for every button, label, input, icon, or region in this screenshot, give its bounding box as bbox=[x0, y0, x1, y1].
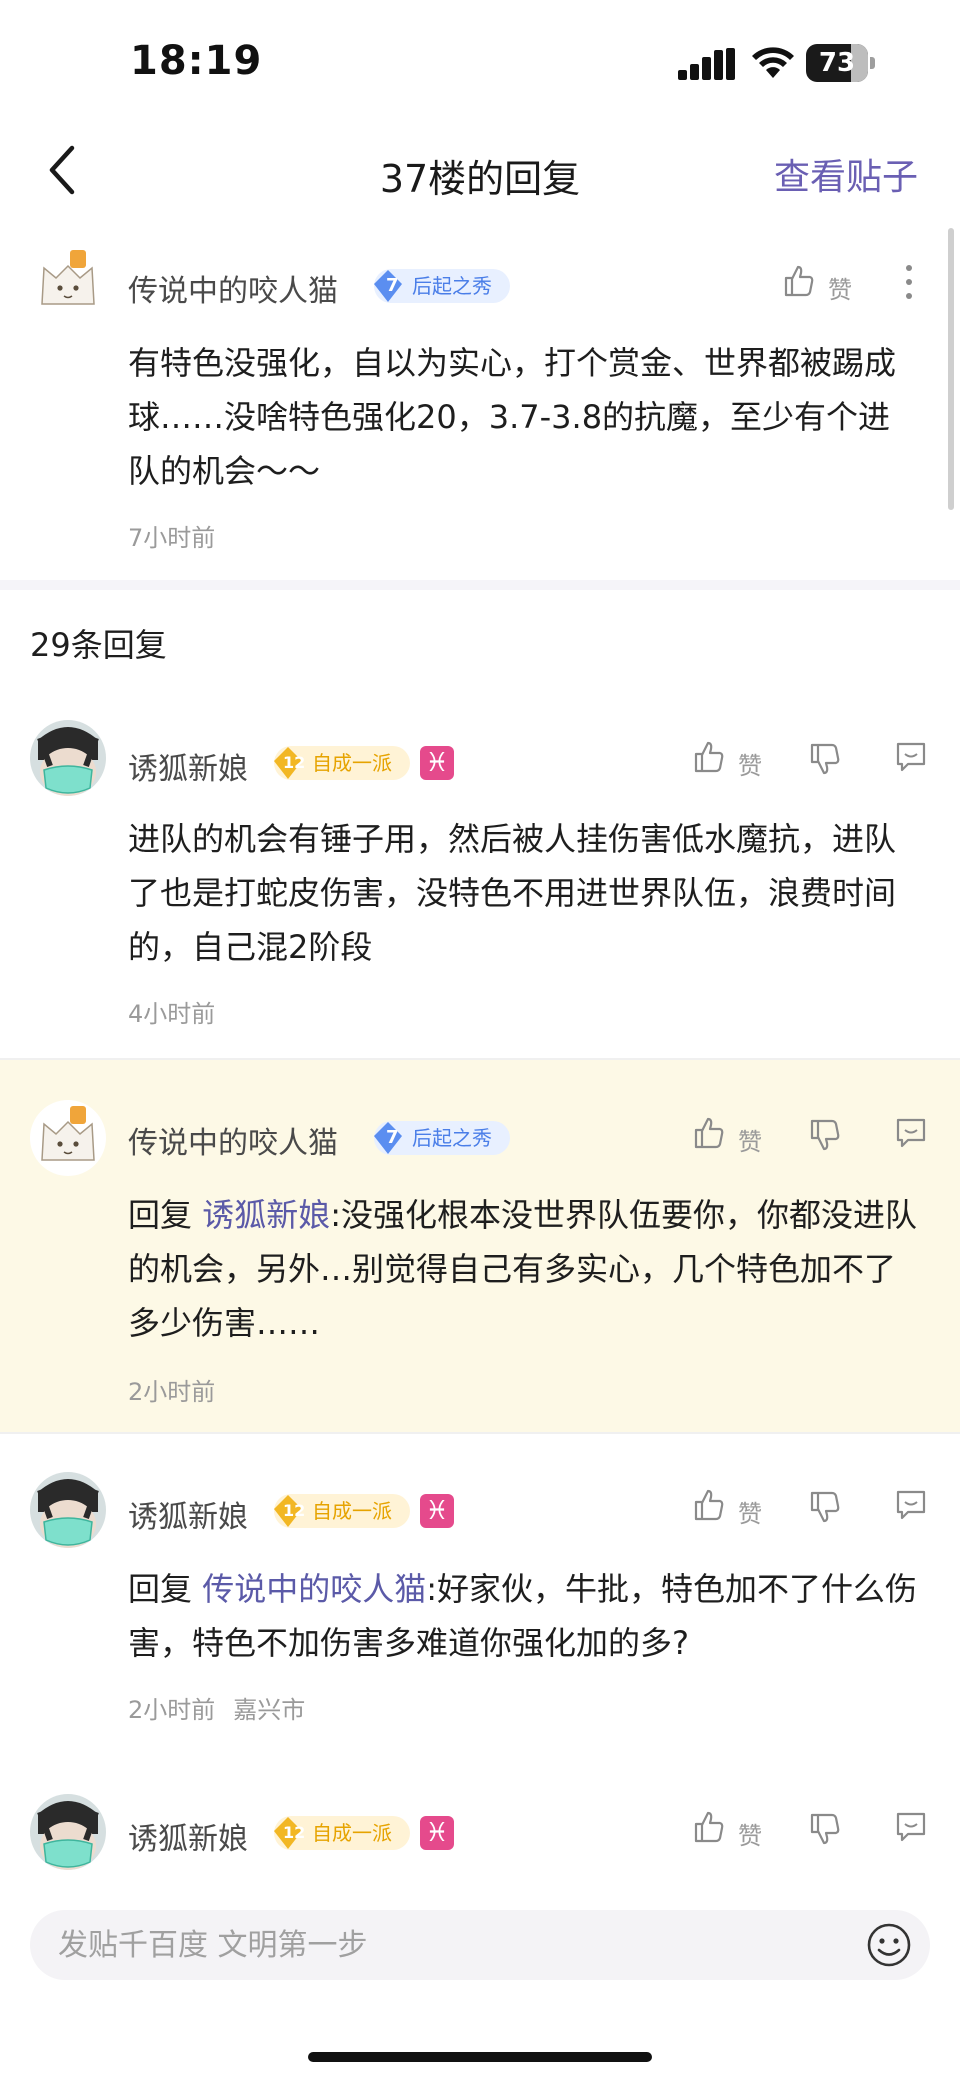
thumbs-up-icon[interactable] bbox=[692, 1488, 726, 1522]
username[interactable]: 传说中的咬人猫 bbox=[128, 1118, 338, 1162]
masked-person-avatar-icon bbox=[30, 1794, 106, 1870]
comment-input[interactable] bbox=[58, 1910, 838, 1980]
thumbs-up-icon[interactable] bbox=[692, 1810, 726, 1844]
username[interactable]: 诱狐新娘 bbox=[128, 1492, 248, 1536]
reply-item: 诱狐新娘 12 自成一派 ♓ 赞 bbox=[0, 1752, 960, 1882]
comment-time: 2小时前 bbox=[128, 1378, 216, 1406]
more-options-icon[interactable] bbox=[902, 262, 916, 302]
composer-bar bbox=[0, 1882, 960, 2081]
reply-prefix: 回复 bbox=[128, 1570, 203, 1608]
level-badge: 12 自成一派 bbox=[274, 746, 410, 780]
masked-person-avatar-icon bbox=[30, 720, 106, 796]
comment-text: 回复 诱狐新娘:没强化根本没世界队伍要你，你都没进队的机会，另外…别觉得自己有多… bbox=[128, 1188, 918, 1350]
reply-bubble-icon[interactable] bbox=[894, 1116, 928, 1150]
battery-nub bbox=[870, 57, 875, 69]
level-number: 7 bbox=[386, 275, 399, 296]
badge-title: 自成一派 bbox=[312, 1499, 392, 1523]
level-badge: 7 后起之秀 bbox=[374, 269, 510, 303]
reply-prefix: 回复 bbox=[128, 1196, 203, 1234]
masked-person-avatar-icon bbox=[30, 1472, 106, 1548]
thumbs-up-icon[interactable] bbox=[692, 740, 726, 774]
comment-time: 4小时前 bbox=[128, 1000, 216, 1028]
status-time: 18:19 bbox=[130, 38, 263, 84]
view-post-link[interactable]: 查看贴子 bbox=[774, 148, 918, 200]
avatar[interactable] bbox=[30, 1472, 106, 1548]
pisces-icon: ♓ bbox=[420, 1494, 454, 1528]
nav-bar: 37楼的回复 查看贴子 bbox=[0, 120, 960, 220]
reply-item-highlighted: 传说中的咬人猫 7 后起之秀 赞 回复 诱狐新娘:没强化根本没世界队伍要你，你都… bbox=[0, 1060, 960, 1432]
level-badge: 12 自成一派 bbox=[274, 1816, 410, 1850]
like-label[interactable]: 赞 bbox=[738, 1816, 762, 1851]
composer-box bbox=[30, 1910, 930, 1980]
mention-link[interactable]: 传说中的咬人猫 bbox=[202, 1570, 426, 1608]
comment-text: 有特色没强化，自以为实心，打个赏金、世界都被踢成球……没啥特色强化20，3.7-… bbox=[128, 344, 897, 490]
badge-title: 自成一派 bbox=[312, 1821, 392, 1845]
battery-body: 73 bbox=[806, 44, 868, 82]
level-number: 12 bbox=[283, 753, 306, 772]
username[interactable]: 诱狐新娘 bbox=[128, 1814, 248, 1858]
comment-location: 嘉兴市 bbox=[233, 1696, 306, 1724]
level-number: 12 bbox=[283, 1501, 306, 1520]
level-number: 12 bbox=[283, 1823, 306, 1842]
reply-item: 诱狐新娘 12 自成一派 ♓ 赞 进队的机会有锤子用，然后被人挂伤害低水魔抗，进… bbox=[0, 700, 960, 1058]
mention-link[interactable]: 诱狐新娘 bbox=[202, 1196, 330, 1234]
reply-bubble-icon[interactable] bbox=[894, 1810, 928, 1844]
thumbs-up-icon[interactable] bbox=[692, 1116, 726, 1150]
like-label[interactable]: 赞 bbox=[738, 746, 762, 781]
cellular-signal-icon bbox=[678, 48, 735, 80]
level-badge: 12 自成一派 bbox=[274, 1494, 410, 1528]
status-bar: 18:19 73 bbox=[0, 0, 960, 120]
badge-title: 后起之秀 bbox=[412, 1126, 492, 1150]
emoji-icon[interactable] bbox=[866, 1922, 912, 1968]
replies-count-header: 29条回复 bbox=[30, 626, 167, 664]
pisces-icon: ♓ bbox=[420, 746, 454, 780]
comment-time: 2小时前 bbox=[128, 1696, 216, 1724]
avatar[interactable] bbox=[30, 244, 106, 320]
like-label[interactable]: 赞 bbox=[738, 1494, 762, 1529]
cat-avatar-icon bbox=[30, 1100, 106, 1176]
username[interactable]: 诱狐新娘 bbox=[128, 744, 248, 788]
section-divider bbox=[0, 580, 960, 590]
comment-text: 进队的机会有锤子用，然后被人挂伤害低水魔抗，进队了也是打蛇皮伤害，没特色不用进世… bbox=[128, 820, 897, 966]
like-label[interactable]: 赞 bbox=[738, 1122, 762, 1157]
thumbs-down-icon[interactable] bbox=[808, 1490, 842, 1524]
level-number: 7 bbox=[386, 1127, 399, 1148]
home-indicator[interactable] bbox=[308, 2052, 652, 2062]
like-label[interactable]: 赞 bbox=[828, 270, 852, 305]
username[interactable]: 传说中的咬人猫 bbox=[128, 266, 338, 310]
thumbs-down-icon[interactable] bbox=[808, 1812, 842, 1846]
main-comment: 传说中的咬人猫 7 后起之秀 赞 有特色没强化，自以为实心，打个赏金、世界都被踢… bbox=[0, 228, 960, 580]
thumbs-down-icon[interactable] bbox=[808, 1118, 842, 1152]
reply-item: 诱狐新娘 12 自成一派 ♓ 赞 回复 传说中的咬人猫:好家伙，牛批，特色加不了… bbox=[0, 1434, 960, 1752]
comment-text: 回复 传说中的咬人猫:好家伙，牛批，特色加不了什么伤害，特色不加伤害多难道你强化… bbox=[128, 1562, 918, 1670]
avatar[interactable] bbox=[30, 720, 106, 796]
badge-title: 后起之秀 bbox=[412, 274, 492, 298]
thumbs-down-icon[interactable] bbox=[808, 742, 842, 776]
badge-title: 自成一派 bbox=[312, 751, 392, 775]
reply-bubble-icon[interactable] bbox=[894, 740, 928, 774]
wifi-icon bbox=[752, 47, 794, 78]
comment-meta: 2小时前 嘉兴市 bbox=[128, 1690, 305, 1725]
level-badge: 7 后起之秀 bbox=[374, 1121, 510, 1155]
avatar[interactable] bbox=[30, 1100, 106, 1176]
battery-indicator: 73 bbox=[806, 44, 876, 82]
reply-bubble-icon[interactable] bbox=[894, 1488, 928, 1522]
avatar[interactable] bbox=[30, 1794, 106, 1870]
cat-avatar-icon bbox=[30, 244, 106, 320]
pisces-icon: ♓ bbox=[420, 1816, 454, 1850]
thumbs-up-icon[interactable] bbox=[782, 264, 816, 298]
battery-level-text: 73 bbox=[818, 48, 856, 78]
comment-time: 7小时前 bbox=[128, 524, 216, 552]
